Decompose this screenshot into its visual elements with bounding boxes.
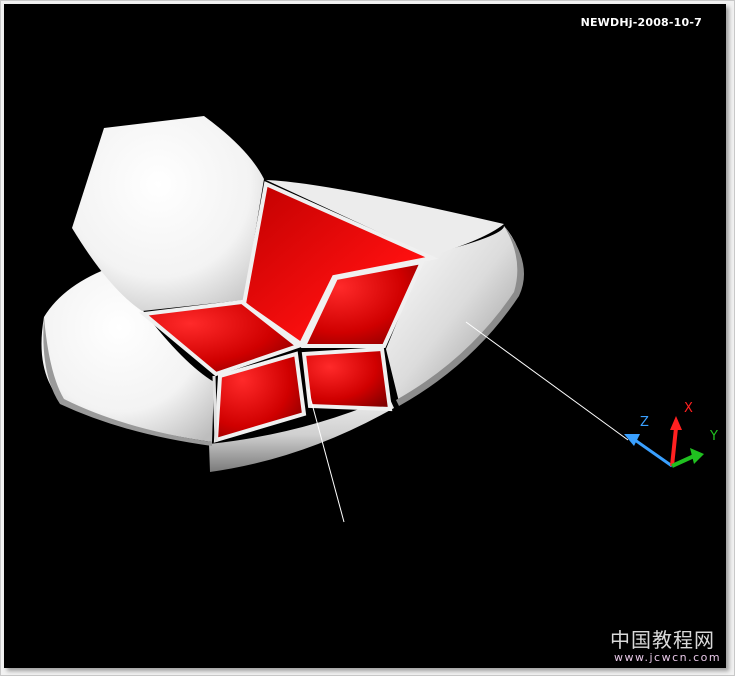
3d-model-render: Z X Y <box>41 116 718 523</box>
y-axis-arrow <box>690 448 704 464</box>
red-petal-bottom-right <box>301 346 393 412</box>
watermark-chinese-text: 中国教程网 <box>610 628 715 652</box>
y-axis-line <box>671 454 695 468</box>
ucs-axis-icon: Z X Y <box>624 401 718 468</box>
watermark-url-text: www.jcwcn.com <box>614 651 722 664</box>
y-axis-label: Y <box>709 429 718 444</box>
z-axis-arrow <box>624 434 640 446</box>
x-axis-label: X <box>684 401 693 416</box>
x-axis-line <box>670 427 678 467</box>
x-axis-arrow <box>670 416 682 430</box>
site-watermark: 中国教程网 www.jcwcn.com <box>610 624 724 668</box>
z-axis-label: Z <box>640 415 649 430</box>
cad-viewport[interactable]: NEWDHj-2008-10-7 Z X Y 中国教程网 www.jcwcn.c… <box>4 4 726 668</box>
window-frame: NEWDHj-2008-10-7 Z X Y 中国教程网 www.jcwcn.c… <box>0 0 735 676</box>
z-axis-line <box>631 436 673 468</box>
seam-highlight <box>212 375 218 443</box>
leader-line-right <box>465 321 629 441</box>
